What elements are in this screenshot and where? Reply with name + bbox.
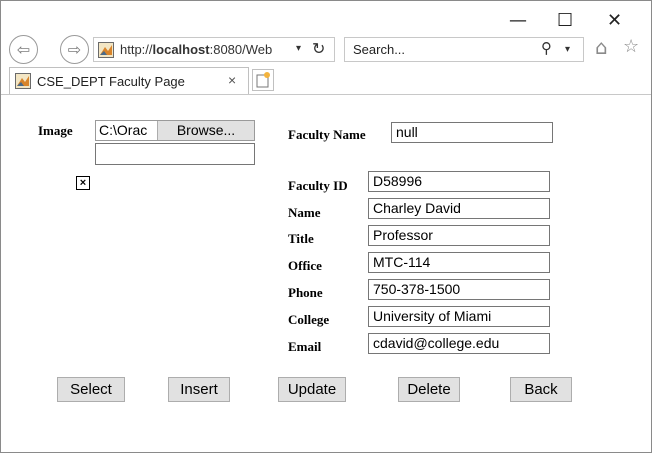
forward-button[interactable]: ⇨ (60, 35, 89, 64)
minimize-button[interactable]: — (509, 10, 527, 31)
tab-faculty-page[interactable]: CSE_DEPT Faculty Page × (9, 67, 249, 94)
update-button[interactable]: Update (278, 377, 346, 402)
search-dropdown-icon[interactable]: ▾ (565, 44, 570, 55)
college-label: College (288, 312, 330, 327)
home-icon[interactable]: ⌂ (595, 35, 608, 59)
new-tab-icon (256, 72, 270, 88)
browser-window: — ☐ ✕ ⇦ ⇨ http://localhost:8080/Web ▾ ↻ … (0, 0, 652, 453)
image-path-text: C:\Orac (99, 122, 148, 138)
image-label: Image (38, 123, 73, 138)
favorites-star-icon[interactable]: ☆ (623, 36, 639, 57)
broken-image-icon: × (76, 176, 90, 190)
email-label: Email (288, 339, 322, 354)
maximize-button[interactable]: ☐ (557, 10, 573, 31)
tab-divider (1, 94, 651, 95)
image-path-field[interactable] (95, 143, 255, 165)
insert-button[interactable]: Insert (168, 377, 230, 402)
office-label: Office (288, 258, 322, 273)
tab-close-icon[interactable]: × (228, 72, 236, 88)
tab-favicon-icon (15, 73, 31, 89)
delete-button[interactable]: Delete (398, 377, 460, 402)
tab-title: CSE_DEPT Faculty Page (37, 74, 185, 89)
faculty-id-label: Faculty ID (288, 178, 348, 193)
url-text: http://localhost:8080/Web (120, 42, 273, 57)
refresh-icon[interactable]: ↻ (312, 39, 325, 58)
title-label: Title (288, 231, 314, 246)
address-bar[interactable]: http://localhost:8080/Web ▾ ↻ (93, 37, 335, 62)
phone-input[interactable]: 750-378-1500 (368, 279, 550, 300)
office-input[interactable]: MTC-114 (368, 252, 550, 273)
search-icon[interactable]: ⚲ (541, 39, 552, 57)
name-label: Name (288, 205, 321, 220)
back-button[interactable]: ⇦ (9, 35, 38, 64)
image-file-input[interactable]: C:\Orac Browse... (95, 120, 255, 141)
search-placeholder: Search... (353, 42, 406, 57)
search-box[interactable]: Search... ⚲ ▾ (344, 37, 584, 62)
college-input[interactable]: University of Miami (368, 306, 550, 327)
title-input[interactable]: Professor (368, 225, 550, 246)
site-favicon-icon (98, 42, 114, 58)
email-input[interactable]: cdavid@college.edu (368, 333, 550, 354)
browse-button[interactable]: Browse... (157, 121, 254, 140)
faculty-name-input[interactable]: null (391, 122, 553, 143)
name-input[interactable]: Charley David (368, 198, 550, 219)
address-dropdown-icon[interactable]: ▾ (296, 43, 301, 54)
phone-label: Phone (288, 285, 323, 300)
new-tab-button[interactable] (252, 69, 274, 91)
close-window-button[interactable]: ✕ (607, 10, 622, 31)
faculty-id-input[interactable]: D58996 (368, 171, 550, 192)
select-button[interactable]: Select (57, 377, 125, 402)
back-arrow-icon: ⇦ (16, 40, 31, 59)
back-page-button[interactable]: Back (510, 377, 572, 402)
forward-arrow-icon: ⇨ (67, 40, 82, 59)
faculty-name-label: Faculty Name (288, 127, 366, 142)
